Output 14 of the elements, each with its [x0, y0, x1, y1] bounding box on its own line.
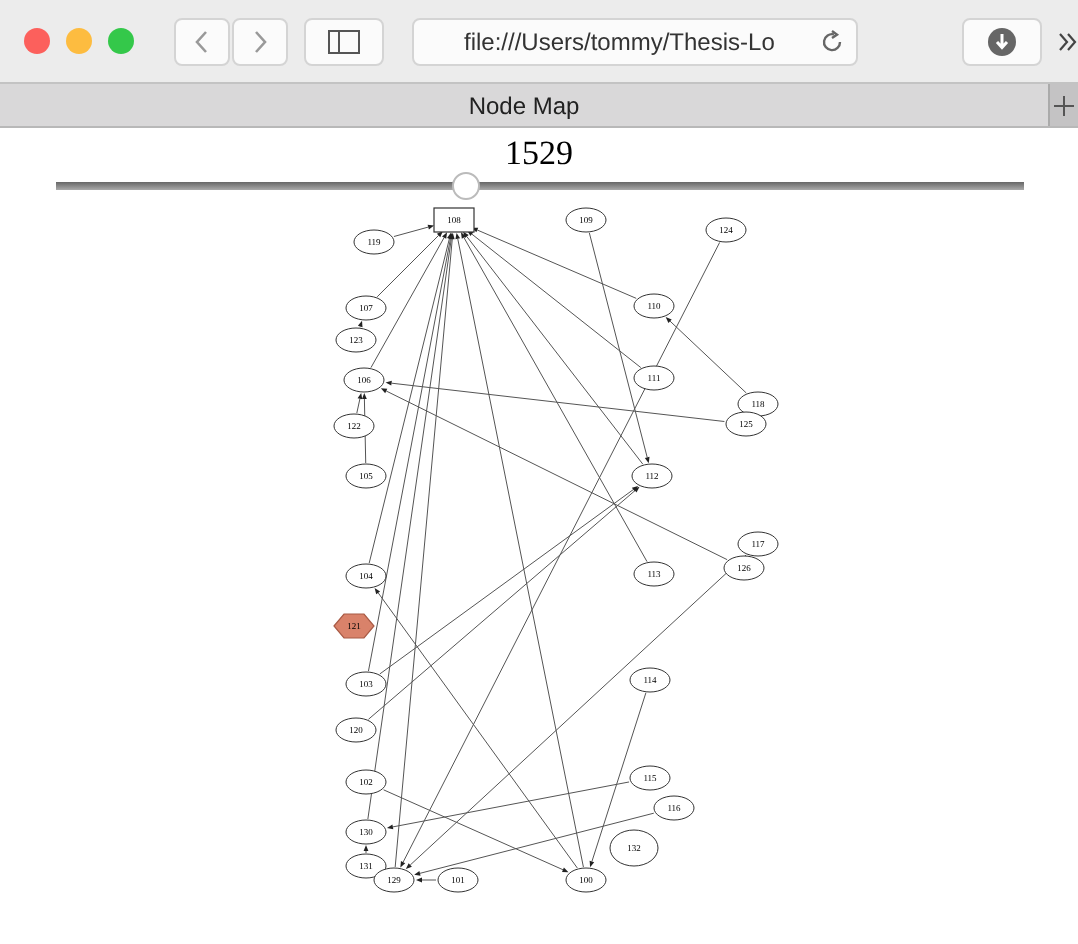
page-title: 1529: [505, 134, 573, 174]
overflow-icon[interactable]: [1058, 31, 1078, 52]
plus-icon: [1054, 95, 1074, 116]
new-tab-button[interactable]: [1048, 84, 1078, 126]
forward-icon: [252, 29, 268, 54]
close-button[interactable]: [24, 28, 50, 55]
download-icon: [988, 27, 1016, 56]
downloads-button[interactable]: [962, 17, 1042, 66]
slider-thumb[interactable]: [452, 172, 481, 200]
sidebar-icon: [328, 29, 360, 54]
address-field[interactable]: file:///Users/tommy/Thesis-Lo: [412, 17, 858, 66]
sidebar-button[interactable]: [304, 17, 384, 66]
back-icon: [194, 29, 210, 54]
reload-icon[interactable]: [820, 29, 844, 54]
